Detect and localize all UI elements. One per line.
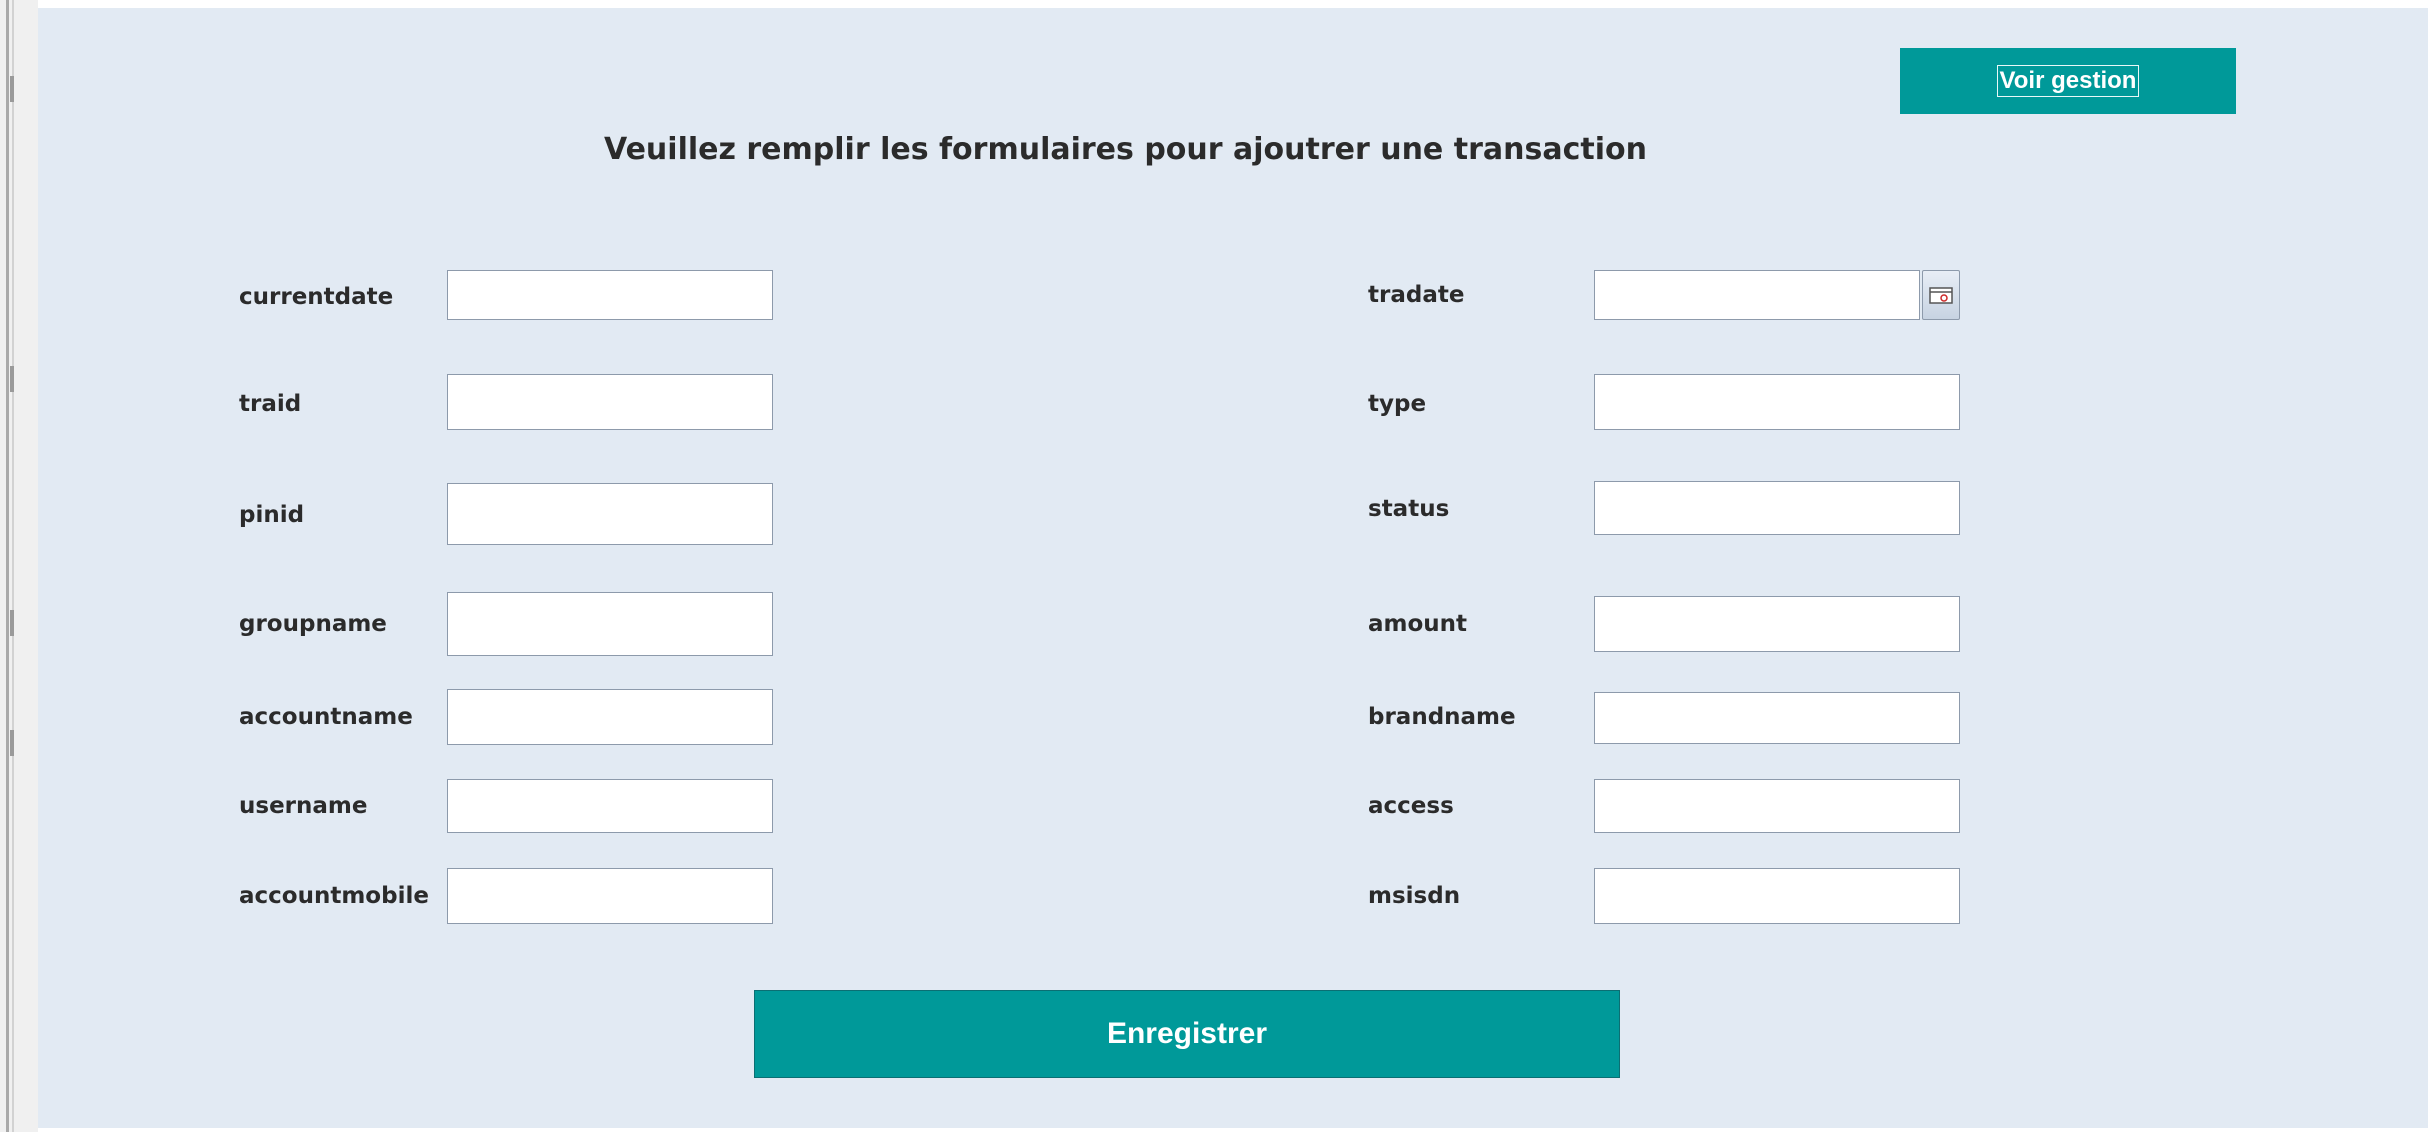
label-amount: amount <box>1368 611 1468 637</box>
label-username: username <box>239 793 368 819</box>
accountmobile-input[interactable] <box>447 868 773 924</box>
label-tradate: tradate <box>1368 282 1465 308</box>
label-accountmobile: accountmobile <box>239 883 429 909</box>
view-management-label: Voir gestion <box>1996 65 2140 97</box>
border-tick <box>10 610 14 636</box>
amount-input[interactable] <box>1594 596 1960 652</box>
border-tick <box>10 730 14 756</box>
label-traid: traid <box>239 391 302 417</box>
window-left-border <box>0 0 38 1132</box>
page-title: Veuillez remplir les formulaires pour aj… <box>604 132 1647 167</box>
groupname-input[interactable] <box>447 592 773 656</box>
label-brandname: brandname <box>1368 704 1516 730</box>
pinid-input[interactable] <box>447 483 773 545</box>
label-groupname: groupname <box>239 611 387 637</box>
username-input[interactable] <box>447 779 773 833</box>
accountname-input[interactable] <box>447 689 773 745</box>
save-button-label: Enregistrer <box>1106 1017 1268 1050</box>
border-tick <box>10 366 14 392</box>
status-input[interactable] <box>1594 481 1960 535</box>
label-currentdate: currentdate <box>239 284 394 310</box>
label-accountname: accountname <box>239 704 413 730</box>
border-line <box>6 0 9 1132</box>
calendar-icon <box>1929 287 1953 304</box>
date-picker-button[interactable] <box>1922 270 1960 320</box>
label-status: status <box>1368 496 1450 522</box>
type-input[interactable] <box>1594 374 1960 430</box>
border-tick <box>10 76 14 102</box>
access-input[interactable] <box>1594 779 1960 833</box>
currentdate-input[interactable] <box>447 270 773 320</box>
save-button[interactable]: Enregistrer <box>754 990 1620 1078</box>
tradate-input[interactable] <box>1594 270 1920 320</box>
label-pinid: pinid <box>239 502 305 528</box>
label-type: type <box>1368 391 1427 417</box>
transaction-form-panel: Voir gestion Veuillez remplir les formul… <box>38 8 2428 1128</box>
label-msisdn: msisdn <box>1368 883 1461 909</box>
traid-input[interactable] <box>447 374 773 430</box>
msisdn-input[interactable] <box>1594 868 1960 924</box>
brandname-input[interactable] <box>1594 692 1960 744</box>
view-management-button[interactable]: Voir gestion <box>1900 48 2236 114</box>
border-line <box>12 0 14 1132</box>
label-access: access <box>1368 793 1454 819</box>
